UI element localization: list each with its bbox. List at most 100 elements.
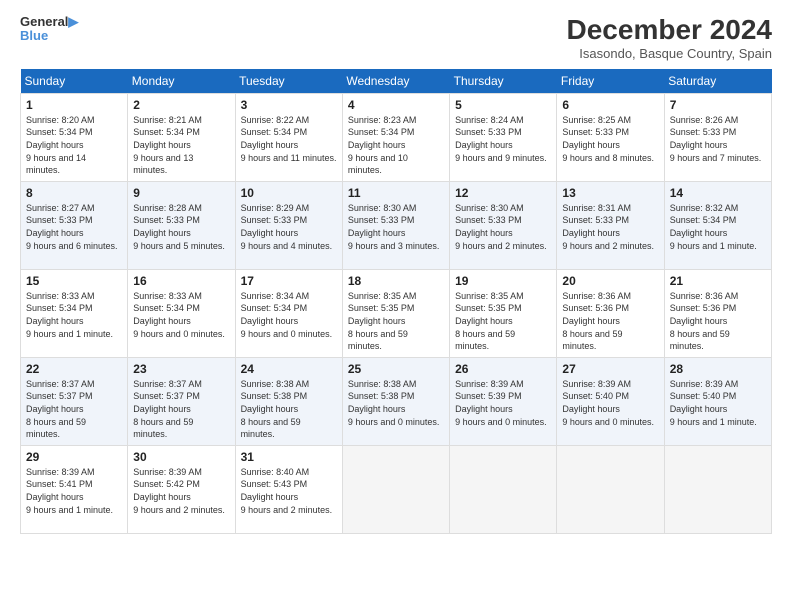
col-friday: Friday [557, 69, 664, 94]
table-row: 28 Sunrise: 8:39 AM Sunset: 5:40 PM Dayl… [664, 357, 771, 445]
day-info: Sunrise: 8:27 AM Sunset: 5:33 PM Dayligh… [26, 202, 122, 252]
day-info: Sunrise: 8:29 AM Sunset: 5:33 PM Dayligh… [241, 202, 337, 252]
day-number: 21 [670, 274, 766, 288]
table-row: 10 Sunrise: 8:29 AM Sunset: 5:33 PM Dayl… [235, 181, 342, 269]
table-row: 4 Sunrise: 8:23 AM Sunset: 5:34 PM Dayli… [342, 93, 449, 181]
calendar-week-row: 8 Sunrise: 8:27 AM Sunset: 5:33 PM Dayli… [21, 181, 772, 269]
table-row: 22 Sunrise: 8:37 AM Sunset: 5:37 PM Dayl… [21, 357, 128, 445]
day-info: Sunrise: 8:33 AM Sunset: 5:34 PM Dayligh… [26, 290, 122, 340]
table-row [664, 445, 771, 533]
day-info: Sunrise: 8:38 AM Sunset: 5:38 PM Dayligh… [241, 378, 337, 441]
table-row: 21 Sunrise: 8:36 AM Sunset: 5:36 PM Dayl… [664, 269, 771, 357]
day-info: Sunrise: 8:37 AM Sunset: 5:37 PM Dayligh… [26, 378, 122, 441]
title-block: December 2024 Isasondo, Basque Country, … [567, 15, 772, 61]
day-number: 19 [455, 274, 551, 288]
table-row: 2 Sunrise: 8:21 AM Sunset: 5:34 PM Dayli… [128, 93, 235, 181]
day-number: 4 [348, 98, 444, 112]
day-number: 2 [133, 98, 229, 112]
table-row: 9 Sunrise: 8:28 AM Sunset: 5:33 PM Dayli… [128, 181, 235, 269]
table-row: 29 Sunrise: 8:39 AM Sunset: 5:41 PM Dayl… [21, 445, 128, 533]
day-number: 23 [133, 362, 229, 376]
day-info: Sunrise: 8:28 AM Sunset: 5:33 PM Dayligh… [133, 202, 229, 252]
day-number: 3 [241, 98, 337, 112]
day-info: Sunrise: 8:37 AM Sunset: 5:37 PM Dayligh… [133, 378, 229, 441]
day-number: 24 [241, 362, 337, 376]
day-info: Sunrise: 8:30 AM Sunset: 5:33 PM Dayligh… [455, 202, 551, 252]
day-info: Sunrise: 8:31 AM Sunset: 5:33 PM Dayligh… [562, 202, 658, 252]
day-number: 17 [241, 274, 337, 288]
day-number: 11 [348, 186, 444, 200]
calendar-week-row: 15 Sunrise: 8:33 AM Sunset: 5:34 PM Dayl… [21, 269, 772, 357]
col-sunday: Sunday [21, 69, 128, 94]
day-number: 18 [348, 274, 444, 288]
day-number: 22 [26, 362, 122, 376]
col-tuesday: Tuesday [235, 69, 342, 94]
day-info: Sunrise: 8:33 AM Sunset: 5:34 PM Dayligh… [133, 290, 229, 340]
day-number: 27 [562, 362, 658, 376]
day-number: 25 [348, 362, 444, 376]
table-row: 16 Sunrise: 8:33 AM Sunset: 5:34 PM Dayl… [128, 269, 235, 357]
table-row: 19 Sunrise: 8:35 AM Sunset: 5:35 PM Dayl… [450, 269, 557, 357]
table-row: 3 Sunrise: 8:22 AM Sunset: 5:34 PM Dayli… [235, 93, 342, 181]
calendar-table: Sunday Monday Tuesday Wednesday Thursday… [20, 69, 772, 534]
table-row: 27 Sunrise: 8:39 AM Sunset: 5:40 PM Dayl… [557, 357, 664, 445]
day-number: 13 [562, 186, 658, 200]
table-row: 30 Sunrise: 8:39 AM Sunset: 5:42 PM Dayl… [128, 445, 235, 533]
day-info: Sunrise: 8:22 AM Sunset: 5:34 PM Dayligh… [241, 114, 337, 164]
day-info: Sunrise: 8:30 AM Sunset: 5:33 PM Dayligh… [348, 202, 444, 252]
table-row [450, 445, 557, 533]
day-number: 7 [670, 98, 766, 112]
day-info: Sunrise: 8:26 AM Sunset: 5:33 PM Dayligh… [670, 114, 766, 164]
day-info: Sunrise: 8:36 AM Sunset: 5:36 PM Dayligh… [562, 290, 658, 353]
day-number: 29 [26, 450, 122, 464]
day-number: 8 [26, 186, 122, 200]
day-number: 9 [133, 186, 229, 200]
day-info: Sunrise: 8:39 AM Sunset: 5:40 PM Dayligh… [562, 378, 658, 428]
table-row [557, 445, 664, 533]
table-row: 25 Sunrise: 8:38 AM Sunset: 5:38 PM Dayl… [342, 357, 449, 445]
col-monday: Monday [128, 69, 235, 94]
day-number: 26 [455, 362, 551, 376]
page-header: General▶ Blue December 2024 Isasondo, Ba… [20, 15, 772, 61]
day-number: 30 [133, 450, 229, 464]
calendar-page: General▶ Blue December 2024 Isasondo, Ba… [0, 0, 792, 612]
day-number: 10 [241, 186, 337, 200]
table-row: 15 Sunrise: 8:33 AM Sunset: 5:34 PM Dayl… [21, 269, 128, 357]
table-row: 11 Sunrise: 8:30 AM Sunset: 5:33 PM Dayl… [342, 181, 449, 269]
table-row [342, 445, 449, 533]
table-row: 5 Sunrise: 8:24 AM Sunset: 5:33 PM Dayli… [450, 93, 557, 181]
day-info: Sunrise: 8:32 AM Sunset: 5:34 PM Dayligh… [670, 202, 766, 252]
logo: General▶ Blue [20, 15, 78, 44]
day-number: 15 [26, 274, 122, 288]
day-number: 20 [562, 274, 658, 288]
table-row: 13 Sunrise: 8:31 AM Sunset: 5:33 PM Dayl… [557, 181, 664, 269]
col-thursday: Thursday [450, 69, 557, 94]
table-row: 20 Sunrise: 8:36 AM Sunset: 5:36 PM Dayl… [557, 269, 664, 357]
col-saturday: Saturday [664, 69, 771, 94]
day-info: Sunrise: 8:25 AM Sunset: 5:33 PM Dayligh… [562, 114, 658, 164]
logo-blue: Blue [20, 29, 78, 43]
table-row: 14 Sunrise: 8:32 AM Sunset: 5:34 PM Dayl… [664, 181, 771, 269]
sub-title: Isasondo, Basque Country, Spain [567, 46, 772, 61]
col-wednesday: Wednesday [342, 69, 449, 94]
table-row: 6 Sunrise: 8:25 AM Sunset: 5:33 PM Dayli… [557, 93, 664, 181]
day-number: 14 [670, 186, 766, 200]
day-info: Sunrise: 8:35 AM Sunset: 5:35 PM Dayligh… [455, 290, 551, 353]
day-info: Sunrise: 8:36 AM Sunset: 5:36 PM Dayligh… [670, 290, 766, 353]
table-row: 12 Sunrise: 8:30 AM Sunset: 5:33 PM Dayl… [450, 181, 557, 269]
day-info: Sunrise: 8:35 AM Sunset: 5:35 PM Dayligh… [348, 290, 444, 353]
logo-general: General▶ [20, 15, 78, 29]
day-info: Sunrise: 8:21 AM Sunset: 5:34 PM Dayligh… [133, 114, 229, 177]
day-number: 16 [133, 274, 229, 288]
calendar-week-row: 22 Sunrise: 8:37 AM Sunset: 5:37 PM Dayl… [21, 357, 772, 445]
day-info: Sunrise: 8:34 AM Sunset: 5:34 PM Dayligh… [241, 290, 337, 340]
day-number: 1 [26, 98, 122, 112]
day-info: Sunrise: 8:20 AM Sunset: 5:34 PM Dayligh… [26, 114, 122, 177]
day-info: Sunrise: 8:39 AM Sunset: 5:41 PM Dayligh… [26, 466, 122, 516]
table-row: 24 Sunrise: 8:38 AM Sunset: 5:38 PM Dayl… [235, 357, 342, 445]
day-info: Sunrise: 8:23 AM Sunset: 5:34 PM Dayligh… [348, 114, 444, 177]
day-info: Sunrise: 8:40 AM Sunset: 5:43 PM Dayligh… [241, 466, 337, 516]
table-row: 7 Sunrise: 8:26 AM Sunset: 5:33 PM Dayli… [664, 93, 771, 181]
calendar-week-row: 1 Sunrise: 8:20 AM Sunset: 5:34 PM Dayli… [21, 93, 772, 181]
day-info: Sunrise: 8:39 AM Sunset: 5:42 PM Dayligh… [133, 466, 229, 516]
